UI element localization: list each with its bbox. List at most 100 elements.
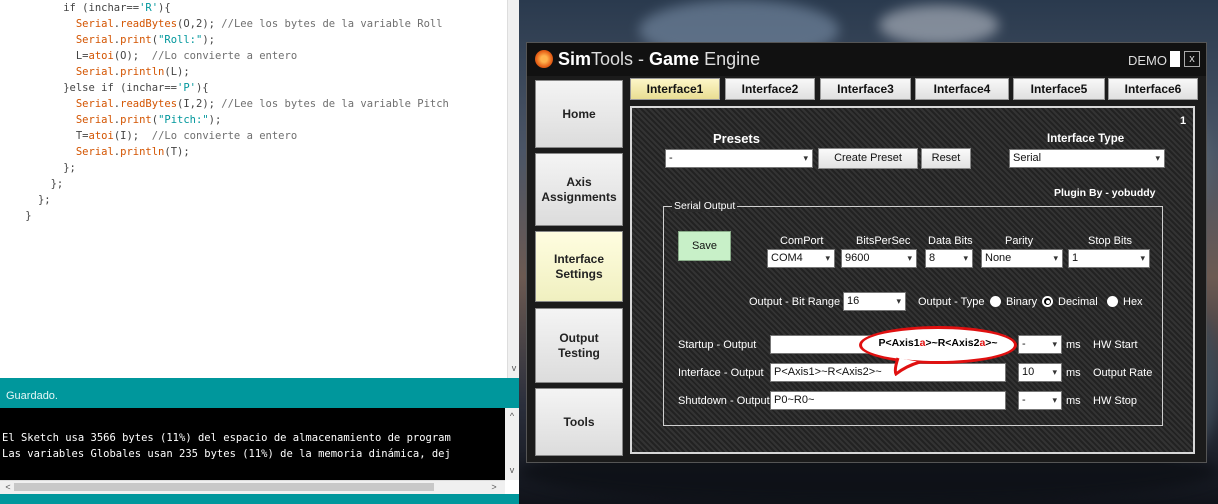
hex-label: Hex [1123, 296, 1143, 308]
parity-dropdown[interactable]: None ▾ [981, 249, 1063, 268]
chevron-down-icon: ▾ [1053, 253, 1058, 263]
bitspersec-label: BitsPerSec [856, 235, 911, 247]
panel-number: 1 [1180, 115, 1187, 127]
ms-label: ms [1066, 395, 1081, 407]
scroll-down-icon[interactable]: v [506, 464, 518, 476]
shutdown-output-label: Shutdown - Output [678, 395, 770, 407]
bit-range-label: Output - Bit Range [749, 296, 841, 308]
console-line: Las variables Globales usan 235 bytes (1… [2, 448, 451, 460]
databits-dropdown[interactable]: 8 ▾ [925, 249, 973, 268]
tab-interface5[interactable]: Interface5 [1013, 78, 1105, 100]
code-line: }; [63, 162, 76, 174]
annotation-text: P<Axis1a>~R<Axis2a>~ [878, 337, 998, 349]
code-line: L=atoi(O); //Lo convierte a entero [75, 50, 298, 62]
scroll-right-icon[interactable]: > [488, 481, 500, 493]
code-line: Serial.readBytes(I,2); //Lee los bytes d… [75, 98, 449, 110]
nav-home[interactable]: Home [535, 80, 623, 148]
interface-type-label: Interface Type [1047, 133, 1125, 145]
shutdown-output-field[interactable]: P0~R0~ [770, 391, 1006, 410]
comport-label: ComPort [780, 235, 824, 247]
chevron-down-icon: ▾ [1052, 395, 1057, 405]
startup-ms-dropdown[interactable]: - ▾ [1018, 335, 1062, 354]
plugin-by-label: Plugin By - yobuddy [1054, 187, 1156, 199]
scroll-left-icon[interactable]: < [2, 481, 14, 493]
code-line: Serial.println(L); [75, 66, 190, 78]
close-button[interactable]: x [1184, 51, 1200, 67]
scrollbar-thumb[interactable] [14, 483, 434, 491]
code-line: Serial.readBytes(O,2); //Lee los bytes d… [75, 18, 443, 30]
code-line: }; [37, 194, 51, 206]
create-preset-button[interactable]: Create Preset [818, 148, 918, 169]
save-button[interactable]: Save [678, 231, 731, 261]
chevron-down-icon: ▾ [896, 296, 901, 306]
code-editor[interactable]: if (inchar=='R'){ Serial.readBytes(O,2);… [0, 0, 507, 378]
code-line: T=atoi(I); //Lo convierte a entero [75, 130, 298, 142]
chevron-down-icon: ▾ [825, 253, 830, 263]
startup-output-label: Startup - Output [678, 339, 757, 351]
interface-type-dropdown[interactable]: Serial ▾ [1009, 149, 1165, 168]
reset-button[interactable]: Reset [921, 148, 971, 169]
bit-range-dropdown[interactable]: 16 ▾ [843, 292, 906, 311]
annotation-tail [893, 357, 921, 376]
nav-label: Axis Assignments [541, 174, 617, 204]
hw-start-label: HW Start [1093, 339, 1138, 351]
chevron-down-icon: ▾ [1140, 253, 1145, 263]
parity-label: Parity [1005, 235, 1034, 247]
code-line: } [25, 210, 32, 222]
scroll-down-icon[interactable]: v [508, 362, 520, 374]
stopbits-label: Stop Bits [1088, 235, 1133, 247]
output-type-label: Output - Type [918, 296, 985, 308]
code-line: }else if (inchar=='P'){ [63, 82, 209, 94]
editor-vertical-scrollbar[interactable]: v [507, 0, 519, 378]
bitspersec-dropdown[interactable]: 9600 ▾ [841, 249, 917, 268]
tab-interface4[interactable]: Interface4 [915, 78, 1009, 100]
presets-label: Presets [713, 131, 760, 146]
tab-interface3[interactable]: Interface3 [820, 78, 911, 100]
scroll-up-icon[interactable]: ^ [506, 410, 518, 422]
nav-label: Output Testing [558, 330, 600, 360]
code-line: Serial.print("Pitch:"); [75, 114, 222, 126]
output-rate-label: Output Rate [1093, 367, 1153, 379]
nav-tools[interactable]: Tools [535, 388, 623, 456]
ide-status-bar: Guardado. [0, 378, 519, 408]
tab-interface1[interactable]: Interface1 [630, 78, 720, 100]
ms-label: ms [1066, 339, 1081, 351]
serial-output-label: Serial Output [672, 200, 738, 212]
code-line: }; [50, 178, 64, 190]
interface-output-field[interactable]: P<Axis1>~R<Axis2>~ [770, 363, 1006, 382]
binary-radio[interactable] [990, 296, 1001, 307]
console-vertical-scrollbar[interactable]: ^ v [505, 408, 519, 480]
console-line: El Sketch usa 3566 bytes (11%) del espac… [2, 432, 451, 444]
code-line: Serial.print("Roll:"); [75, 34, 215, 46]
output-rate-dropdown[interactable]: 10 ▾ [1018, 363, 1062, 382]
chevron-down-icon: ▾ [1155, 153, 1160, 163]
demo-label: DEMO [1128, 53, 1167, 68]
nav-label: Interface Settings [553, 251, 605, 281]
databits-label: Data Bits [928, 235, 973, 247]
hex-radio[interactable] [1107, 296, 1118, 307]
preset-dropdown[interactable]: - ▾ [665, 149, 813, 168]
minimize-icon[interactable] [1170, 51, 1180, 67]
stopbits-dropdown[interactable]: 1 ▾ [1068, 249, 1150, 268]
nav-axis-assignments[interactable]: Axis Assignments [535, 153, 623, 226]
decimal-label: Decimal [1058, 296, 1098, 308]
simtools-logo-icon [535, 50, 553, 68]
hw-stop-label: HW Stop [1093, 395, 1138, 407]
nav-interface-settings[interactable]: Interface Settings [535, 231, 623, 302]
comport-dropdown[interactable]: COM4 ▾ [767, 249, 835, 268]
window-title: SimTools - Game Engine [558, 49, 761, 69]
chevron-down-icon: ▾ [907, 253, 912, 263]
decimal-radio[interactable] [1042, 296, 1053, 307]
nav-output-testing[interactable]: Output Testing [535, 308, 623, 383]
chevron-down-icon: ▾ [803, 153, 808, 163]
chevron-down-icon: ▾ [1052, 367, 1057, 377]
ide-console: El Sketch usa 3566 bytes (11%) del espac… [0, 408, 505, 480]
binary-label: Binary [1006, 296, 1038, 308]
chevron-down-icon: ▾ [1052, 339, 1057, 349]
tab-interface2[interactable]: Interface2 [725, 78, 815, 100]
code-line: Serial.println(T); [75, 146, 190, 158]
ms-label: ms [1066, 367, 1081, 379]
shutdown-ms-dropdown[interactable]: - ▾ [1018, 391, 1062, 410]
code-line: if (inchar=='R'){ [63, 2, 171, 14]
tab-interface6[interactable]: Interface6 [1108, 78, 1198, 100]
